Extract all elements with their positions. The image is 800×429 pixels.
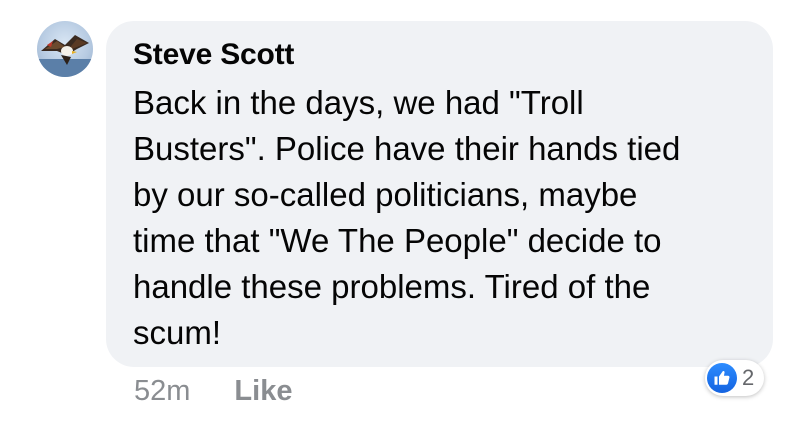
comment-text: Back in the days, we had "Troll Busters"… <box>133 84 681 351</box>
comment-author[interactable]: Steve Scott <box>133 38 294 72</box>
avatar[interactable] <box>37 21 93 77</box>
reaction-summary[interactable]: 2 <box>705 360 765 396</box>
timestamp[interactable]: 52m <box>134 374 190 408</box>
thumbs-up-icon <box>707 363 737 393</box>
comment-actions: 52m Like <box>134 374 292 408</box>
like-button[interactable]: Like <box>234 374 292 408</box>
reaction-count: 2 <box>742 365 755 390</box>
eagle-icon <box>37 35 93 77</box>
